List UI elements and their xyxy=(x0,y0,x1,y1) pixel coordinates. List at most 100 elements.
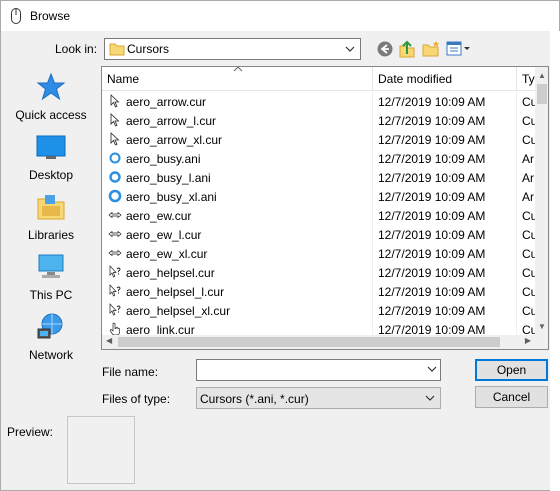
back-icon[interactable] xyxy=(375,39,395,59)
resize-ew-cursor-icon xyxy=(108,230,122,238)
file-name: aero_busy_xl.ani xyxy=(126,190,217,204)
places-bar: Quick access Desktop Libraries This PC N… xyxy=(5,66,97,362)
column-header-date[interactable]: Date modified xyxy=(378,72,452,86)
file-name-input[interactable] xyxy=(196,359,441,381)
preview-box xyxy=(67,416,135,484)
file-date: 12/7/2019 10:09 AM xyxy=(378,228,486,242)
file-name: aero_helpsel.cur xyxy=(126,266,215,280)
browse-dialog: Browse Look in: Cursors Quick access Des… xyxy=(0,0,560,491)
busy-cursor-icon xyxy=(109,152,121,164)
place-desktop[interactable]: Desktop xyxy=(5,126,97,186)
place-label: Libraries xyxy=(27,228,75,242)
resize-ew-cursor-icon xyxy=(108,211,122,219)
file-type: Cu xyxy=(522,285,536,299)
horizontal-scrollbar[interactable]: ◀ ▶ xyxy=(102,335,535,349)
table-row[interactable]: aero_busy_l.ani 12/7/2019 10:09 AM Ar xyxy=(102,168,536,187)
file-date: 12/7/2019 10:09 AM xyxy=(378,171,486,185)
vertical-scroll-thumb[interactable] xyxy=(537,84,547,104)
list-rows: aero_arrow.cur 12/7/2019 10:09 AM Cu aer… xyxy=(102,92,536,339)
file-type: Ar xyxy=(522,152,534,166)
files-of-type-select[interactable]: Cursors (*.ani, *.cur) xyxy=(196,387,441,409)
scroll-up-icon[interactable]: ▲ xyxy=(538,71,546,80)
file-type: Cu xyxy=(522,209,536,223)
file-type: Ar xyxy=(522,190,534,204)
column-header-type[interactable]: Ty xyxy=(522,72,535,86)
network-icon xyxy=(37,313,63,339)
table-row[interactable]: aero_helpsel.cur 12/7/2019 10:09 AM Cu xyxy=(102,263,536,282)
file-type: Cu xyxy=(522,228,536,242)
file-name: aero_helpsel_xl.cur xyxy=(126,304,231,318)
chevron-down-icon[interactable] xyxy=(426,363,438,375)
help-cursor-icon xyxy=(109,265,121,278)
place-quick-access[interactable]: Quick access xyxy=(5,66,97,126)
column-divider[interactable] xyxy=(372,67,373,91)
arrow-cursor-icon xyxy=(110,94,120,108)
column-header-name[interactable]: Name xyxy=(107,72,139,86)
file-name: aero_ew_l.cur xyxy=(126,228,202,242)
look-in-label: Look in: xyxy=(55,42,98,56)
table-row[interactable]: aero_helpsel_l.cur 12/7/2019 10:09 AM Cu xyxy=(102,282,536,301)
table-row[interactable]: aero_helpsel_xl.cur 12/7/2019 10:09 AM C… xyxy=(102,301,536,320)
file-list[interactable]: Name Date modified Ty aero_arrow.cur 12/… xyxy=(101,66,549,350)
file-date: 12/7/2019 10:09 AM xyxy=(378,133,486,147)
look-in-combo[interactable]: Cursors xyxy=(104,38,361,60)
file-name: aero_helpsel_l.cur xyxy=(126,285,225,299)
file-type: Cu xyxy=(522,133,536,147)
table-row[interactable]: aero_ew.cur 12/7/2019 10:09 AM Cu xyxy=(102,206,536,225)
file-date: 12/7/2019 10:09 AM xyxy=(378,209,486,223)
horizontal-scroll-thumb[interactable] xyxy=(118,337,500,347)
sort-ascending-icon xyxy=(233,67,243,72)
view-menu-button[interactable] xyxy=(445,39,471,59)
scrollbar-corner xyxy=(535,335,548,349)
table-row[interactable]: aero_ew_xl.cur 12/7/2019 10:09 AM Cu xyxy=(102,244,536,263)
hand-cursor-icon xyxy=(109,322,120,336)
up-folder-icon[interactable] xyxy=(397,39,417,59)
file-date: 12/7/2019 10:09 AM xyxy=(378,95,486,109)
table-row[interactable]: aero_ew_l.cur 12/7/2019 10:09 AM Cu xyxy=(102,225,536,244)
place-network[interactable]: Network xyxy=(5,306,97,366)
place-label: Quick access xyxy=(15,108,87,122)
help-cursor-icon xyxy=(109,284,121,297)
file-type: Cu xyxy=(522,247,536,261)
file-name: aero_ew_xl.cur xyxy=(126,247,208,261)
arrow-cursor-icon xyxy=(110,132,120,146)
table-row[interactable]: aero_arrow_l.cur 12/7/2019 10:09 AM Cu xyxy=(102,111,536,130)
scroll-left-icon[interactable]: ◀ xyxy=(106,336,112,345)
chevron-down-icon xyxy=(425,395,435,401)
file-type: Cu xyxy=(522,266,536,280)
open-button[interactable]: Open xyxy=(475,359,548,381)
mouse-icon xyxy=(11,8,21,24)
file-date: 12/7/2019 10:09 AM xyxy=(378,266,486,280)
table-row[interactable]: aero_busy_xl.ani 12/7/2019 10:09 AM Ar xyxy=(102,187,536,206)
file-type: Cu xyxy=(522,95,536,109)
place-libraries[interactable]: Libraries xyxy=(5,186,97,246)
file-date: 12/7/2019 10:09 AM xyxy=(378,285,486,299)
file-date: 12/7/2019 10:09 AM xyxy=(378,114,486,128)
file-date: 12/7/2019 10:09 AM xyxy=(378,152,486,166)
place-label: Network xyxy=(28,348,73,362)
cancel-button[interactable]: Cancel xyxy=(475,386,548,408)
new-folder-icon[interactable] xyxy=(421,39,441,59)
table-row[interactable]: aero_busy.ani 12/7/2019 10:09 AM Ar xyxy=(102,149,536,168)
file-name: aero_busy.ani xyxy=(126,152,201,166)
scroll-down-icon[interactable]: ▼ xyxy=(538,322,546,331)
file-name-label: File name: xyxy=(102,365,159,379)
files-of-type-label: Files of type: xyxy=(102,392,171,406)
preview-label: Preview: xyxy=(7,425,54,439)
file-type: Cu xyxy=(522,114,536,128)
scroll-right-icon[interactable]: ▶ xyxy=(525,336,531,345)
file-name: aero_arrow_l.cur xyxy=(126,114,217,128)
vertical-scrollbar[interactable]: ▲ ▼ xyxy=(535,67,548,335)
file-date: 12/7/2019 10:09 AM xyxy=(378,247,486,261)
place-this-pc[interactable]: This PC xyxy=(5,246,97,306)
table-row[interactable]: aero_arrow.cur 12/7/2019 10:09 AM Cu xyxy=(102,92,536,111)
file-name: aero_busy_l.ani xyxy=(126,171,211,185)
column-divider[interactable] xyxy=(516,67,517,91)
table-row[interactable]: aero_arrow_xl.cur 12/7/2019 10:09 AM Cu xyxy=(102,130,536,149)
libraries-icon xyxy=(37,195,65,220)
file-name: aero_ew.cur xyxy=(126,209,192,223)
file-type: Ar xyxy=(522,171,534,185)
busy-cursor-icon xyxy=(109,171,121,183)
file-name: aero_arrow_xl.cur xyxy=(126,133,223,147)
busy-cursor-icon xyxy=(108,189,122,203)
